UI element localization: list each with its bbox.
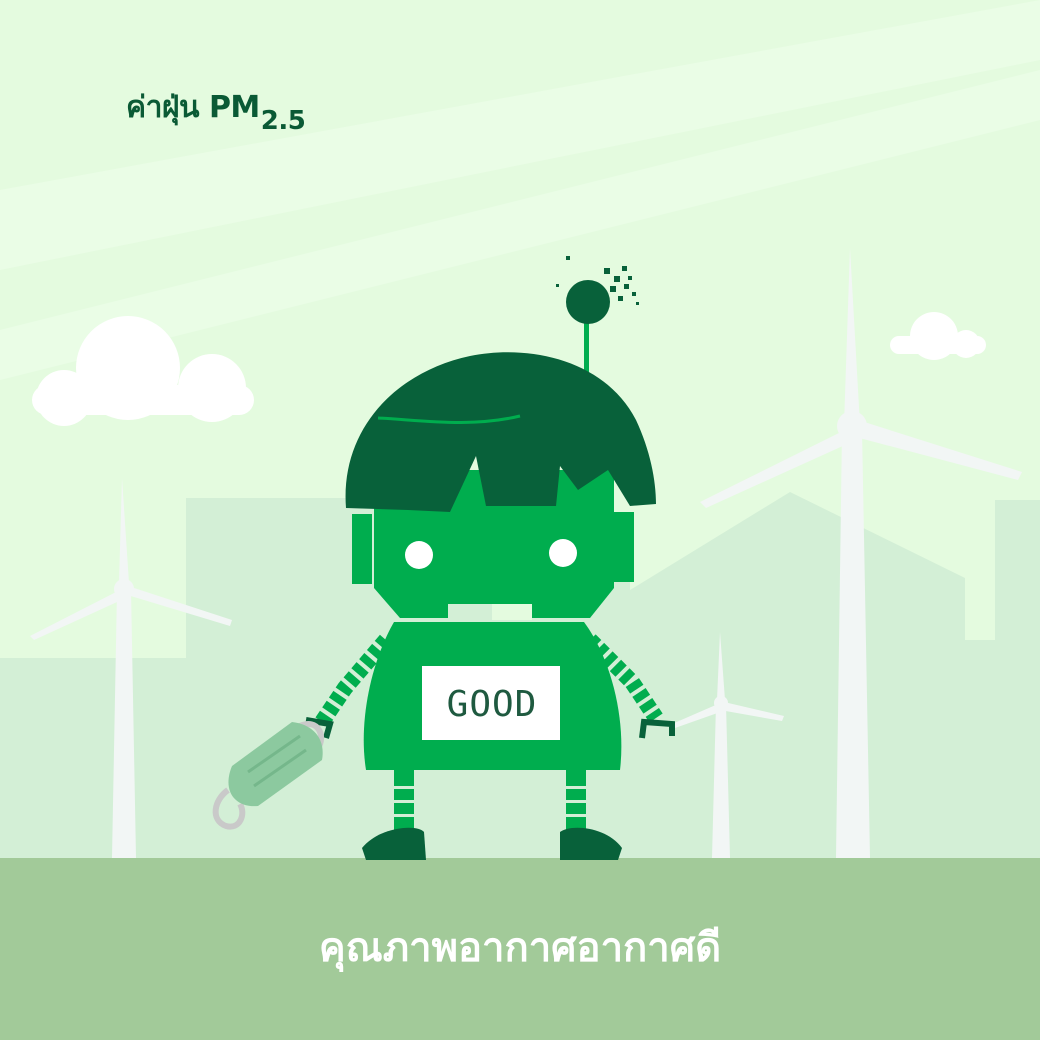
air-quality-badge-label: GOOD: [446, 683, 538, 725]
title-subscript: 2.5: [260, 106, 306, 136]
title-main: ค่าฝุ่น PM: [126, 90, 260, 125]
cloud-right: [890, 312, 986, 360]
robot-mouth-highlight: [492, 604, 532, 620]
page-title: ค่าฝุ่น PM2.5: [126, 88, 306, 136]
robot-eye-left: [405, 541, 433, 569]
robot-eye-right: [549, 539, 577, 567]
pm25-illustration: ค่าฝุ่น PM2.5 GOOD คุณภาพอากาศอากาศดี: [0, 0, 1040, 1040]
robot-ear-left: [352, 514, 372, 584]
robot-ear-right: [614, 512, 634, 582]
air-quality-status: คุณภาพอากาศอากาศดี: [318, 925, 722, 971]
